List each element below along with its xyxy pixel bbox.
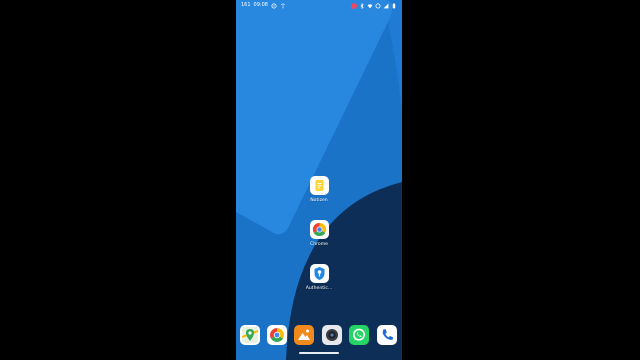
dock-app-camera[interactable] (322, 325, 342, 345)
dock-app-maps[interactable] (240, 325, 260, 345)
app-label: Authentic... (305, 286, 333, 291)
maps-icon (241, 327, 259, 343)
dock-app-phone[interactable] (377, 325, 397, 345)
signal-icon (383, 3, 389, 8)
phone-home-screen: 161 09:08 Notizen Chrome Authentic... (236, 0, 402, 360)
home-gesture-bar[interactable] (299, 352, 339, 354)
gallery-icon (298, 329, 310, 340)
app-authenticator[interactable]: Authentic... (301, 264, 337, 292)
whatsapp-icon (271, 2, 277, 9)
app-notizen[interactable]: Notizen (301, 176, 337, 204)
screen-record-icon (351, 2, 357, 9)
wifi-icon (367, 3, 373, 8)
phone-icon (382, 329, 393, 340)
camera-icon (326, 329, 338, 341)
whatsapp-icon (353, 328, 365, 341)
notes-icon (309, 176, 329, 195)
dock-app-whatsapp[interactable] (349, 325, 369, 345)
screen-recording-frame: 161 09:08 Notizen Chrome Authentic... (0, 0, 640, 360)
dock (236, 325, 402, 347)
app-chrome[interactable]: Chrome (301, 220, 337, 248)
status-extra: 161 (241, 2, 251, 8)
dock-app-chrome[interactable] (267, 325, 287, 345)
chrome-icon (270, 328, 284, 342)
battery-icon (392, 2, 396, 8)
chrome-icon (309, 220, 329, 239)
authenticator-icon (309, 264, 329, 283)
status-bar: 161 09:08 (236, 0, 402, 11)
app-label: Notizen (310, 198, 328, 203)
bluetooth-icon (360, 2, 364, 9)
status-time: 09:08 (253, 2, 268, 8)
data-saver-icon (375, 3, 381, 8)
dock-app-gallery[interactable] (294, 325, 314, 345)
app-label: Chrome (309, 242, 329, 247)
wifi-calling-icon (280, 3, 286, 8)
